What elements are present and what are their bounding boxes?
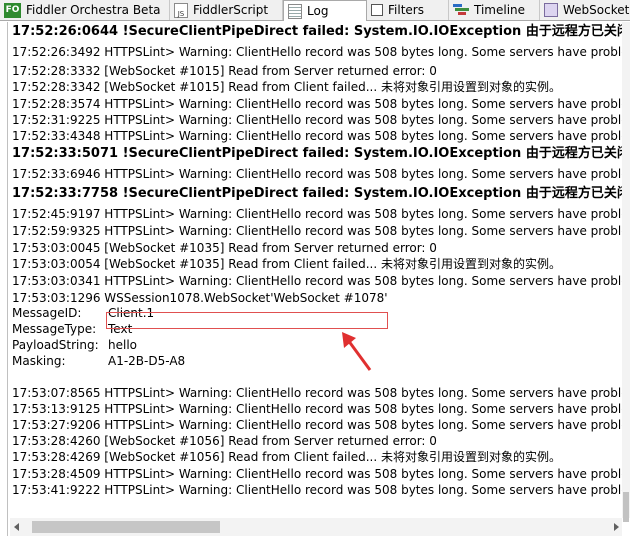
log-line: 17:52:33:7758 !SecureClientPipeDirect fa… <box>12 186 622 201</box>
annotation-arrow-icon <box>342 332 372 371</box>
log-line: 17:52:26:0644 !SecureClientPipeDirect fa… <box>12 24 622 39</box>
log-line: 17:52:28:3574 HTTPSLint> Warning: Client… <box>12 97 622 111</box>
pane-border <box>7 22 8 536</box>
payload-string-label: PayloadString: <box>12 338 99 352</box>
scroll-left-icon[interactable] <box>14 523 19 531</box>
message-type-label: MessageType: <box>12 322 97 336</box>
tab-bar: FO Fiddler Orchestra Beta JS FiddlerScri… <box>0 0 630 21</box>
tab-websocket[interactable]: WebSocket <box>540 0 630 20</box>
tab-label: Fiddler Orchestra Beta <box>26 3 161 17</box>
scroll-right-icon[interactable] <box>614 523 619 531</box>
timeline-icon <box>453 3 469 17</box>
message-id-label: MessageID: <box>12 306 82 320</box>
tab-label: Log <box>307 4 329 18</box>
log-line: 17:52:26:3492 HTTPSLint> Warning: Client… <box>12 45 622 59</box>
fiddler-orchestra-icon: FO <box>4 2 21 18</box>
log-line: 17:53:07:8565 HTTPSLint> Warning: Client… <box>12 386 622 400</box>
tab-label: Timeline <box>474 3 526 17</box>
log-line: 17:53:28:4260 [WebSocket #1056] Read fro… <box>12 434 437 448</box>
log-line: 17:52:28:3342 [WebSocket #1015] Read fro… <box>12 80 561 94</box>
checkbox-icon <box>371 4 383 16</box>
log-line: 17:53:28:4509 HTTPSLint> Warning: Client… <box>12 467 622 481</box>
masking-value: A1-2B-D5-A8 <box>108 354 186 368</box>
highlight-box <box>106 312 388 329</box>
log-line: 17:52:45:9197 HTTPSLint> Warning: Client… <box>12 207 622 221</box>
tab-label: FiddlerScript <box>193 3 269 17</box>
websocket-icon <box>544 3 558 17</box>
vertical-scrollbar[interactable] <box>622 22 630 522</box>
log-line: 17:53:03:0045 [WebSocket #1035] Read fro… <box>12 241 437 255</box>
log-line: 17:53:13:9125 HTTPSLint> Warning: Client… <box>12 402 622 416</box>
log-line: 17:52:33:4348 HTTPSLint> Warning: Client… <box>12 129 622 143</box>
log-line: 17:53:03:0341 HTTPSLint> Warning: Client… <box>12 274 622 288</box>
tab-fiddler-orchestra[interactable]: FO Fiddler Orchestra Beta <box>0 0 170 20</box>
horizontal-scroll-thumb[interactable] <box>32 521 220 533</box>
vertical-scroll-thumb[interactable] <box>623 492 629 522</box>
tab-label: Filters <box>388 3 424 17</box>
log-line: 17:52:28:3332 [WebSocket #1015] Read fro… <box>12 64 437 78</box>
log-line: 17:53:28:4269 [WebSocket #1056] Read fro… <box>12 450 561 464</box>
log-icon <box>288 3 302 19</box>
tab-log[interactable]: Log <box>283 0 367 21</box>
script-file-icon: JS <box>174 2 188 18</box>
masking-label: Masking: <box>12 354 66 368</box>
log-line-websocket-session: 17:53:03:1296 WSSession1078.WebSocket'We… <box>12 291 388 305</box>
tab-timeline[interactable]: Timeline <box>449 0 540 20</box>
log-line: 17:53:27:9206 HTTPSLint> Warning: Client… <box>12 418 622 432</box>
tab-filters[interactable]: Filters <box>367 0 449 20</box>
horizontal-scrollbar[interactable] <box>10 518 622 536</box>
log-line: 17:53:41:9222 HTTPSLint> Warning: Client… <box>12 483 622 497</box>
log-line: 17:52:31:9225 HTTPSLint> Warning: Client… <box>12 113 622 127</box>
payload-string-value: hello <box>108 338 137 352</box>
log-line: 17:52:33:5071 !SecureClientPipeDirect fa… <box>12 146 622 161</box>
log-line: 17:52:59:9325 HTTPSLint> Warning: Client… <box>12 224 622 238</box>
log-textbox[interactable]: 17:52:26:0644 !SecureClientPipeDirect fa… <box>10 22 622 518</box>
log-line: 17:53:03:0054 [WebSocket #1035] Read fro… <box>12 257 561 271</box>
tab-label: WebSocket <box>563 3 630 17</box>
tab-fiddlerscript[interactable]: JS FiddlerScript <box>170 0 283 20</box>
log-line: 17:52:33:6946 HTTPSLint> Warning: Client… <box>12 167 622 181</box>
